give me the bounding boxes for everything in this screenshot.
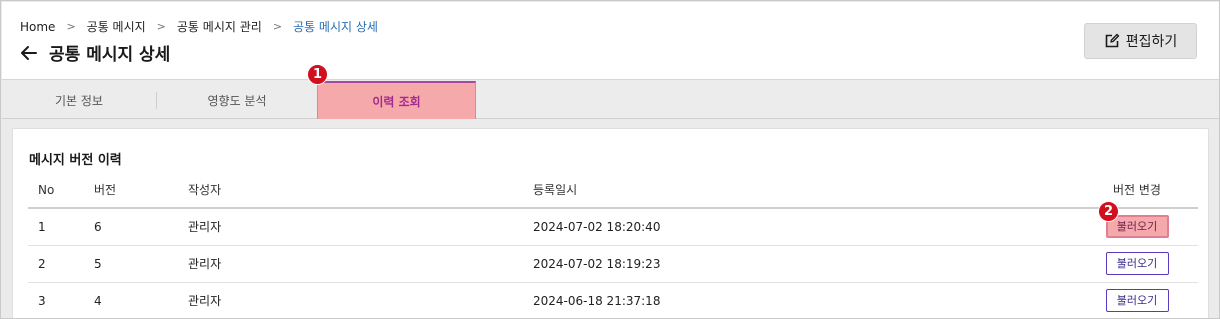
tab-basic-info[interactable]: 기본 정보 <box>2 81 156 119</box>
annotation-badge-1: 1 <box>307 64 328 85</box>
breadcrumb-current: 공통 메시지 상세 <box>293 20 378 34</box>
cell-version: 4 <box>84 282 176 318</box>
edit-button-label: 편집하기 <box>1125 34 1178 50</box>
tab-label: 기본 정보 <box>55 93 103 108</box>
cell-version: 6 <box>84 208 176 246</box>
edit-button[interactable]: 편집하기 <box>1084 23 1197 59</box>
cell-action: 불러오기 <box>1076 208 1198 246</box>
annotation-badge-2: 2 <box>1098 201 1119 222</box>
cell-no: 3 <box>28 282 84 318</box>
tab-impact-analysis[interactable]: 영향도 분석 <box>157 81 317 119</box>
col-no: No <box>28 172 84 209</box>
section-title: 메시지 버전 이력 <box>29 153 122 168</box>
breadcrumb-common-message[interactable]: 공통 메시지 <box>87 18 146 35</box>
cell-author: 관리자 <box>176 245 516 283</box>
cell-date: 2024-07-02 18:20:40 <box>516 208 1076 246</box>
cell-action: 불러오기 <box>1076 282 1198 318</box>
chevron-right-icon: > <box>272 20 283 33</box>
app-frame: Home > 공통 메시지 > 공통 메시지 관리 > 공통 메시지 상세 공통… <box>0 0 1220 319</box>
tab-label: 영향도 분석 <box>207 93 267 108</box>
page-title: 공통 메시지 상세 <box>49 45 171 65</box>
history-card: 메시지 버전 이력 No 버전 작성자 등록일시 버전 변경 1 6 관리자 2… <box>12 128 1209 318</box>
chevron-right-icon: > <box>156 20 166 33</box>
table-row: 1 6 관리자 2024-07-02 18:20:40 불러오기 <box>28 208 1198 246</box>
load-version-button[interactable]: 불러오기 <box>1105 252 1169 275</box>
cell-version: 5 <box>84 245 176 283</box>
col-version: 버전 <box>84 172 176 209</box>
title-row: 공통 메시지 상세 <box>19 40 170 65</box>
cell-date: 2024-06-18 21:37:18 <box>516 282 1076 318</box>
cell-no: 1 <box>28 208 84 246</box>
col-date: 등록일시 <box>516 172 1076 209</box>
version-history-table: No 버전 작성자 등록일시 버전 변경 1 6 관리자 2024-07-02 … <box>28 172 1198 318</box>
table-row: 3 4 관리자 2024-06-18 21:37:18 불러오기 <box>28 282 1198 318</box>
cell-no: 2 <box>28 245 84 283</box>
back-arrow-icon[interactable] <box>19 43 39 63</box>
breadcrumb-home[interactable]: Home <box>20 20 55 34</box>
page-header: Home > 공통 메시지 > 공통 메시지 관리 > 공통 메시지 상세 공통… <box>2 2 1219 80</box>
edit-icon <box>1105 33 1119 48</box>
tab-label: 이력 조회 <box>372 94 421 109</box>
breadcrumb-common-message-manage[interactable]: 공통 메시지 관리 <box>177 18 262 35</box>
breadcrumb: Home > 공통 메시지 > 공통 메시지 관리 > 공통 메시지 상세 <box>20 18 378 35</box>
cell-author: 관리자 <box>176 282 516 318</box>
cell-date: 2024-07-02 18:19:23 <box>516 245 1076 283</box>
table-row: 2 5 관리자 2024-07-02 18:19:23 불러오기 <box>28 245 1198 283</box>
col-author: 작성자 <box>176 172 516 209</box>
cell-action: 불러오기 <box>1076 245 1198 283</box>
tab-history[interactable]: 이력 조회 <box>317 81 476 119</box>
chevron-right-icon: > <box>66 20 76 33</box>
load-version-button[interactable]: 불러오기 <box>1105 289 1169 312</box>
col-version-change: 버전 변경 <box>1076 172 1198 209</box>
table-header-row: No 버전 작성자 등록일시 버전 변경 <box>28 172 1198 209</box>
cell-author: 관리자 <box>176 208 516 246</box>
tab-bar: 기본 정보 영향도 분석 이력 조회 <box>2 81 1219 119</box>
